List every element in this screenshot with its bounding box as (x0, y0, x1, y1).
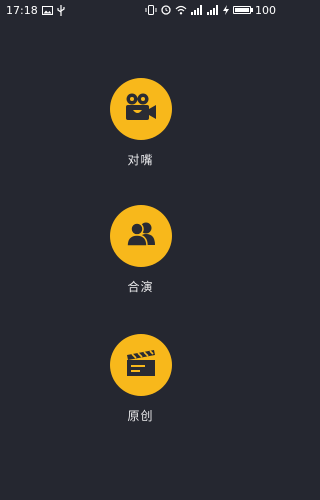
charging-icon (223, 5, 229, 15)
users-icon (125, 221, 157, 251)
usb-icon (57, 4, 65, 16)
clapperboard-icon (124, 348, 158, 382)
image-icon (41, 5, 53, 15)
signal-icon (207, 5, 219, 15)
status-bar: 17:18 100 (0, 0, 281, 20)
wifi-icon (175, 5, 187, 15)
mode-original[interactable]: 原创 (0, 334, 281, 424)
battery-icon (233, 6, 253, 14)
alarm-icon (161, 5, 171, 15)
duet-button[interactable] (109, 205, 172, 267)
battery-fill (235, 8, 249, 12)
lip-sync-label: 对嘴 (127, 153, 154, 167)
original-button[interactable] (109, 334, 172, 396)
mode-lip-sync[interactable]: 对嘴 (0, 78, 281, 168)
status-time: 17:18 (6, 3, 38, 17)
battery-level: 100 (255, 3, 276, 17)
status-left: 17:18 (6, 4, 65, 17)
video-camera-icon (124, 92, 158, 126)
lip-sync-button[interactable] (109, 78, 172, 140)
status-right: 100 (145, 4, 276, 17)
signal-icon (191, 5, 203, 15)
vibrate-icon (145, 5, 157, 15)
original-label: 原创 (127, 409, 154, 423)
mode-duet[interactable]: 合演 (0, 205, 281, 295)
duet-label: 合演 (127, 280, 154, 294)
